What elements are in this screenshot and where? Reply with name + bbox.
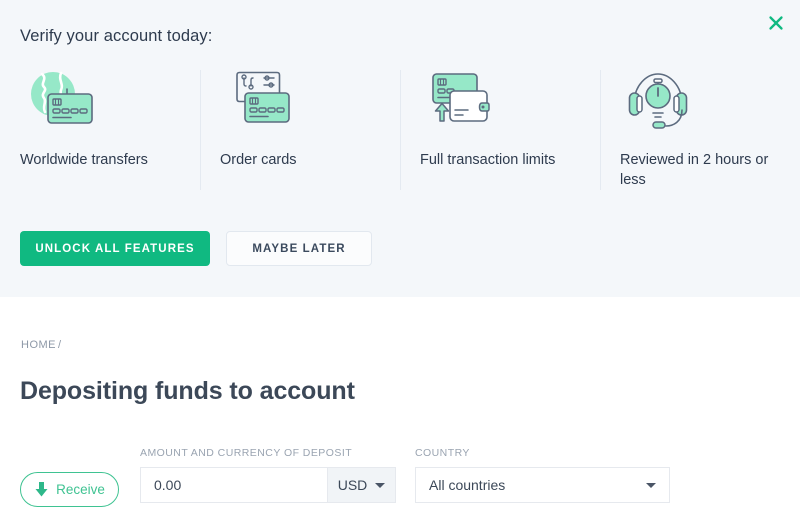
feature-item-review-time: Reviewed in 2 hours or less <box>600 66 800 190</box>
feature-label: Order cards <box>220 150 380 170</box>
arrow-down-icon <box>34 481 49 498</box>
globe-card-icon <box>20 66 190 132</box>
feature-label: Worldwide transfers <box>20 150 180 170</box>
country-select[interactable]: All countries <box>415 467 670 503</box>
maybe-later-button[interactable]: MAYBE LATER <box>226 231 372 266</box>
receive-button[interactable]: Receive <box>20 472 119 507</box>
banner-title: Verify your account today: <box>20 27 212 46</box>
feature-item-worldwide-transfers: Worldwide transfers <box>0 66 200 190</box>
feature-list: Worldwide transfers <box>0 66 800 190</box>
close-banner-button[interactable] <box>764 11 788 35</box>
feature-item-full-transaction-limits: Full transaction limits <box>400 66 600 190</box>
country-field-group: COUNTRY All countries <box>415 447 670 503</box>
country-select-value: All countries <box>429 477 646 493</box>
card-wallet-arrow-icon <box>420 66 590 132</box>
amount-field-label: AMOUNT AND CURRENCY OF DEPOSIT <box>140 447 396 459</box>
page-title: Depositing funds to account <box>20 377 355 406</box>
amount-field-group: AMOUNT AND CURRENCY OF DEPOSIT USD <box>140 447 396 503</box>
country-field-label: COUNTRY <box>415 447 670 459</box>
breadcrumb-item-home[interactable]: HOME <box>21 339 56 351</box>
chevron-down-icon <box>646 483 656 488</box>
chevron-down-icon <box>375 483 385 488</box>
amount-input[interactable] <box>141 468 327 502</box>
two-cards-icon <box>220 66 390 132</box>
currency-select-value: USD <box>338 477 368 493</box>
main-content: HOME/ Depositing funds to account Receiv… <box>0 297 800 527</box>
amount-input-row: USD <box>140 467 396 503</box>
currency-select[interactable]: USD <box>327 468 395 502</box>
close-icon <box>767 14 785 32</box>
breadcrumb-separator: / <box>58 339 62 351</box>
breadcrumb: HOME/ <box>21 339 62 351</box>
receive-button-label: Receive <box>56 482 105 497</box>
verify-account-banner: Verify your account today: <box>0 0 800 297</box>
feature-label: Reviewed in 2 hours or less <box>620 150 780 190</box>
banner-actions: UNLOCK ALL FEATURES MAYBE LATER <box>20 231 372 266</box>
unlock-all-features-button[interactable]: UNLOCK ALL FEATURES <box>20 231 210 266</box>
feature-item-order-cards: Order cards <box>200 66 400 190</box>
headset-stopwatch-icon <box>620 66 790 132</box>
feature-label: Full transaction limits <box>420 150 580 170</box>
